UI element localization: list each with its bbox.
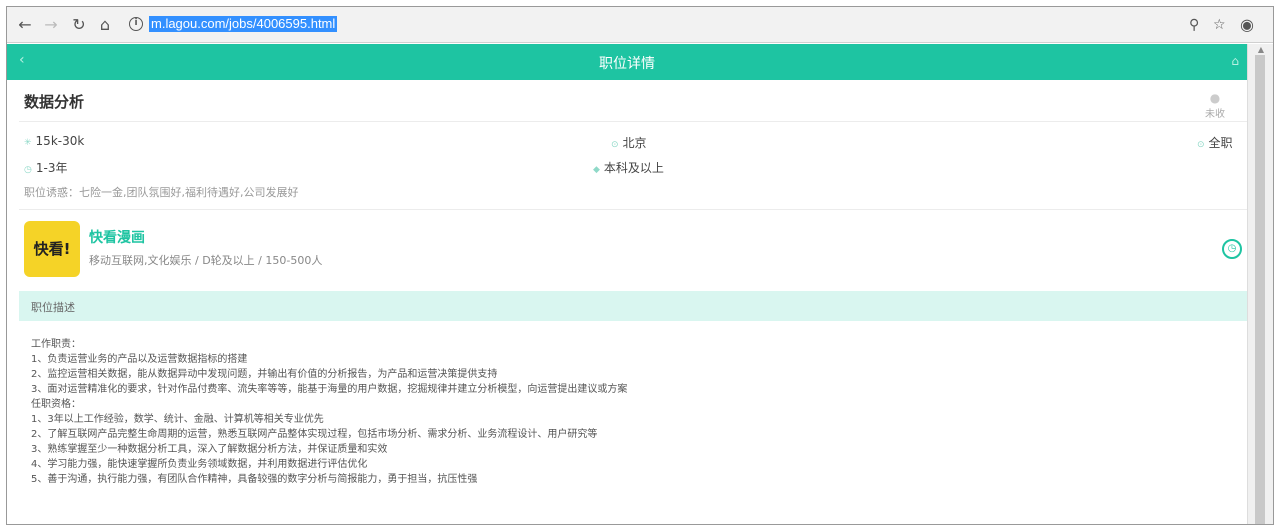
section-header-description: 职位描述 bbox=[19, 291, 1247, 321]
extension-icon[interactable]: ◉ bbox=[1240, 15, 1254, 35]
collect-button[interactable]: ● 未收 bbox=[1195, 91, 1235, 120]
description-line: 1、负责运营业务的产品以及运营数据指标的搭建 bbox=[31, 354, 248, 365]
url-text[interactable]: m.lagou.com/jobs/4006595.html bbox=[149, 16, 338, 32]
scroll-up-arrow-icon[interactable]: ▲ bbox=[1258, 45, 1264, 54]
divider bbox=[19, 209, 1247, 210]
section-label: 职位描述 bbox=[31, 301, 75, 314]
job-perks: 职位诱惑：七险一金,团队氛围好,福利待遇好,公司发展好 bbox=[24, 186, 299, 199]
address-bar[interactable]: i m.lagou.com/jobs/4006595.html bbox=[121, 13, 1221, 37]
city: ⊙ 北京 bbox=[611, 134, 647, 151]
scrollbar-thumb[interactable] bbox=[1255, 55, 1265, 524]
job-description: 工作职责： 1、负责运营业务的产品以及运营数据指标的搭建 2、监控运营相关数据，… bbox=[31, 337, 627, 487]
job-type: ⊙ 全职 bbox=[1197, 134, 1233, 151]
browser-window: ← → ↻ ⌂ i m.lagou.com/jobs/4006595.html … bbox=[6, 6, 1274, 525]
description-line: 工作职责： bbox=[31, 339, 81, 350]
home-icon[interactable]: ⌂ bbox=[1231, 54, 1239, 68]
description-line: 1、3年以上工作经验，数学、统计、金融、计算机等相关专业优先 bbox=[31, 414, 324, 425]
info-icon[interactable]: i bbox=[129, 17, 143, 31]
job-title: 数据分析 bbox=[24, 93, 85, 111]
job-type-icon: ⊙ bbox=[1197, 140, 1205, 150]
app-header: ‹ 职位详情 ⌂ bbox=[7, 44, 1247, 80]
description-line: 3、面对运营精准化的要求，针对作品付费率、流失率等等，能基于海量的用户数据，挖掘… bbox=[31, 384, 628, 395]
experience-icon: ◷ bbox=[24, 165, 32, 175]
bookmark-star-icon[interactable]: ☆ bbox=[1213, 15, 1226, 35]
page-title: 职位详情 bbox=[599, 56, 655, 72]
salary: ✳ 15k-30k bbox=[24, 134, 84, 148]
description-line: 2、监控运营相关数据，能从数据异动中发现问题，并输出有价值的分析报告，为产品和运… bbox=[31, 369, 498, 380]
company-info: 移动互联网,文化娱乐 / D轮及以上 / 150-500人 bbox=[89, 254, 323, 267]
zoom-icon[interactable]: ⚲ bbox=[1189, 15, 1199, 35]
description-line: 5、善于沟通，执行能力强，有团队合作精神，具备较强的数字分析与简报能力，勇于担当… bbox=[31, 474, 478, 485]
description-line: 4、学习能力强，能快速掌握所负责业务领域数据，并利用数据进行评估优化 bbox=[31, 459, 368, 470]
city-value: 北京 bbox=[622, 136, 647, 150]
collect-icon: ● bbox=[1209, 91, 1221, 105]
education-value: 本科及以上 bbox=[603, 161, 664, 175]
education: ◆ 本科及以上 bbox=[593, 159, 664, 176]
company-name[interactable]: 快看漫画 bbox=[89, 227, 145, 247]
collect-label: 未收 bbox=[1205, 109, 1225, 120]
description-line: 2、了解互联网产品完整生命周期的运营，熟悉互联网产品整体实现过程，包括市场分析、… bbox=[31, 429, 598, 440]
reload-icon[interactable]: ↻ bbox=[69, 15, 89, 35]
forward-arrow-icon[interactable]: → bbox=[41, 15, 61, 35]
browser-toolbar: ← → ↻ ⌂ i m.lagou.com/jobs/4006595.html … bbox=[7, 7, 1273, 43]
divider bbox=[19, 121, 1247, 122]
salary-icon: ✳ bbox=[24, 138, 32, 148]
job-type-value: 全职 bbox=[1208, 136, 1233, 150]
experience: ◷ 1-3年 bbox=[24, 159, 67, 176]
company-logo[interactable]: 快看! bbox=[24, 221, 80, 277]
salary-value: 15k-30k bbox=[35, 134, 85, 148]
location-icon: ⊙ bbox=[611, 140, 619, 150]
experience-value: 1-3年 bbox=[35, 161, 68, 175]
description-line: 3、熟练掌握至少一种数据分析工具，深入了解数据分析方法，并保证质量和实效 bbox=[31, 444, 388, 455]
home-icon[interactable]: ⌂ bbox=[95, 15, 115, 35]
description-line: 任职资格： bbox=[31, 399, 81, 410]
back-arrow-icon[interactable]: ← bbox=[15, 15, 35, 35]
education-icon: ◆ bbox=[593, 165, 600, 175]
company-detail-icon[interactable]: ◷ bbox=[1222, 239, 1242, 259]
